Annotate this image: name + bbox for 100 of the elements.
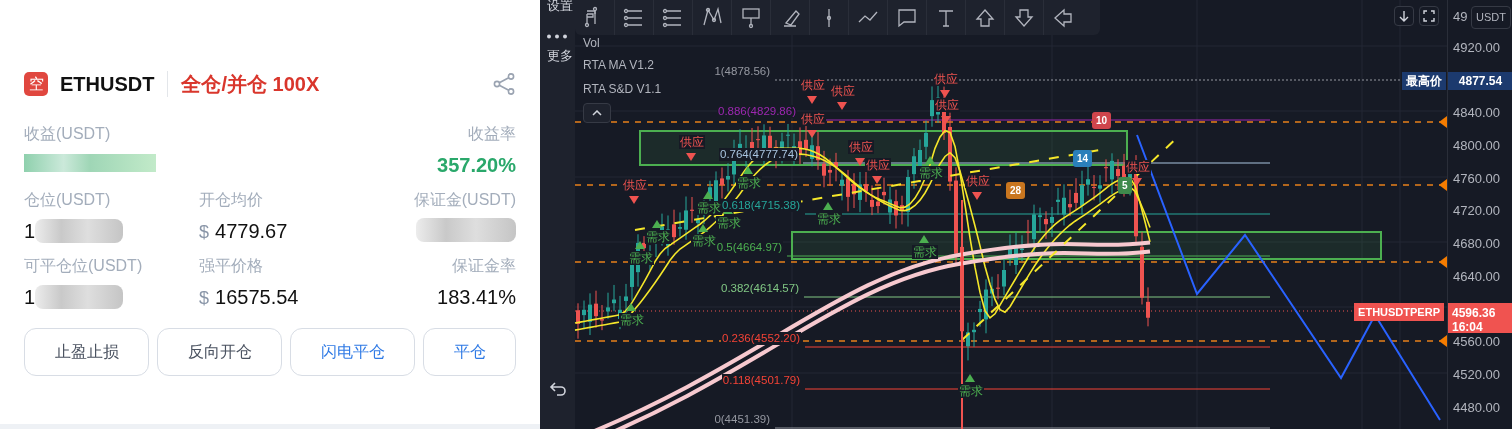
price-tick: 4520.00	[1453, 366, 1500, 384]
currency-sign: $	[199, 221, 209, 244]
indicator-legend: RTA MA V1.2	[583, 56, 654, 74]
demand-marker-icon	[652, 220, 662, 228]
action-button[interactable]: 止盈止损	[24, 328, 149, 376]
count-badge: 10	[1092, 112, 1112, 129]
supply-label: 供应	[1125, 160, 1151, 174]
price-tick: 4800.00	[1453, 137, 1500, 155]
share-icon[interactable]	[492, 72, 516, 97]
count-badge: 28	[1006, 182, 1026, 199]
fib-level-label: 0.886(4829.86)	[717, 105, 797, 118]
count-badge: 5	[1118, 177, 1132, 194]
fib-level-label: 0(4451.39)	[713, 413, 771, 426]
last-price: 4596.36	[1452, 305, 1496, 322]
supply-label: 供应	[830, 84, 856, 98]
supply-marker-icon	[629, 196, 639, 204]
stat-label: 保证金(USDT)	[413, 190, 516, 210]
fib-level-label: 1(4878.56)	[713, 65, 771, 78]
supply-marker-icon	[972, 192, 982, 200]
demand-marker-icon	[925, 156, 935, 164]
high-price-tag: 4877.54	[1448, 72, 1512, 90]
supply-label: 供应	[800, 112, 826, 126]
price-tick: 4920.00	[1453, 39, 1500, 57]
price-tick: 4680.00	[1453, 235, 1500, 253]
settings-label: 设置	[547, 0, 573, 15]
stat-label: 开仓均价	[199, 190, 264, 210]
chevron-up-icon	[592, 110, 602, 116]
fib-level-label: 0.118(4501.79)	[721, 374, 801, 387]
profit-rate: 357.20%	[437, 153, 516, 178]
indicator-legend: RTA S&D V1.1	[583, 80, 662, 98]
supply-label: 供应	[865, 158, 891, 172]
price-tick: 4480.00	[1453, 399, 1500, 417]
supply-marker-icon	[837, 102, 847, 110]
stat-label: 收益率	[468, 124, 516, 144]
more-icon[interactable]	[546, 34, 568, 39]
stat-label: 仓位(USDT)	[24, 190, 112, 210]
demand-marker-icon	[823, 202, 833, 210]
price-tick: 4560.00	[1453, 333, 1500, 351]
demand-label: 需求	[816, 212, 842, 226]
supply-label: 供应	[800, 78, 826, 92]
fib-level-label: 0.764(4777.74)	[719, 148, 799, 161]
price-tick: 4840.00	[1453, 104, 1500, 122]
supply-label: 供应	[679, 135, 705, 149]
demand-marker-icon	[698, 224, 708, 232]
indicator-legend: Vol	[583, 34, 600, 52]
supply-label: 供应	[848, 140, 874, 154]
demand-label: 需求	[912, 245, 938, 259]
supply-marker-icon	[1132, 178, 1142, 186]
supply-label: 供应	[933, 72, 959, 86]
supply-label: 供应	[965, 174, 991, 188]
stat-label: 可平仓位(USDT)	[24, 256, 144, 276]
short-badge: 空	[24, 72, 48, 96]
price-marker-icon	[1439, 116, 1447, 128]
supply-label: 供应	[622, 178, 648, 192]
price-marker-icon	[1439, 335, 1447, 347]
symbol-price-label: ETHUSDTPERP	[1354, 303, 1444, 321]
stat-value: 16575.54	[215, 285, 299, 310]
supply-marker-icon	[807, 96, 817, 104]
stat-value: 183.41%	[437, 285, 516, 310]
demand-marker-icon	[965, 374, 975, 382]
demand-marker-icon	[635, 241, 645, 249]
demand-label: 需求	[918, 166, 944, 180]
price-tick: 4640.00	[1453, 268, 1500, 286]
currency-sign: $	[199, 287, 209, 310]
stat-label: 收益(USDT)	[24, 124, 112, 144]
action-button[interactable]: 反向开仓	[157, 328, 282, 376]
price-tick: 4760.00	[1453, 170, 1500, 188]
supply-marker-icon	[872, 176, 882, 184]
supply-label: 供应	[934, 98, 960, 112]
more-label[interactable]: 更多	[547, 46, 573, 66]
price-marker-icon	[1439, 256, 1447, 268]
back-icon[interactable]	[549, 381, 567, 397]
fullscreen-icon	[1423, 10, 1435, 22]
count-badge: 14	[1073, 150, 1093, 167]
demand-label: 需求	[691, 234, 717, 248]
supply-marker-icon	[941, 116, 951, 124]
supply-marker-icon	[855, 158, 865, 166]
stat-value: 1	[24, 219, 36, 244]
demand-marker-icon	[703, 191, 713, 199]
stat-value: 1	[24, 285, 36, 310]
demand-label: 需求	[958, 384, 984, 398]
supply-marker-icon	[686, 153, 696, 161]
fib-level-label: 0.236(4552.20)	[721, 332, 801, 345]
demand-label: 需求	[736, 176, 762, 190]
signpost-icon[interactable]	[739, 5, 763, 30]
price-marker-icon	[1439, 179, 1447, 191]
countdown-timer: 16:04	[1452, 319, 1483, 336]
fullscreen-button[interactable]	[1419, 6, 1439, 26]
supply-marker-icon	[807, 130, 817, 138]
scroll-down-button[interactable]	[1394, 6, 1414, 26]
stat-label: 强平价格	[199, 256, 264, 276]
fib-level-label: 0.618(4715.38)	[721, 199, 801, 212]
collapse-button[interactable]	[583, 103, 611, 123]
demand-label: 需求	[716, 216, 742, 230]
symbol-name: ETHUSDT	[60, 72, 155, 97]
price-tick: 4720.00	[1453, 202, 1500, 220]
demand-label: 需求	[619, 313, 645, 327]
action-button[interactable]: 平仓	[423, 328, 516, 376]
action-button[interactable]: 闪电平仓	[290, 328, 415, 376]
currency-button[interactable]: USDT	[1471, 6, 1511, 29]
